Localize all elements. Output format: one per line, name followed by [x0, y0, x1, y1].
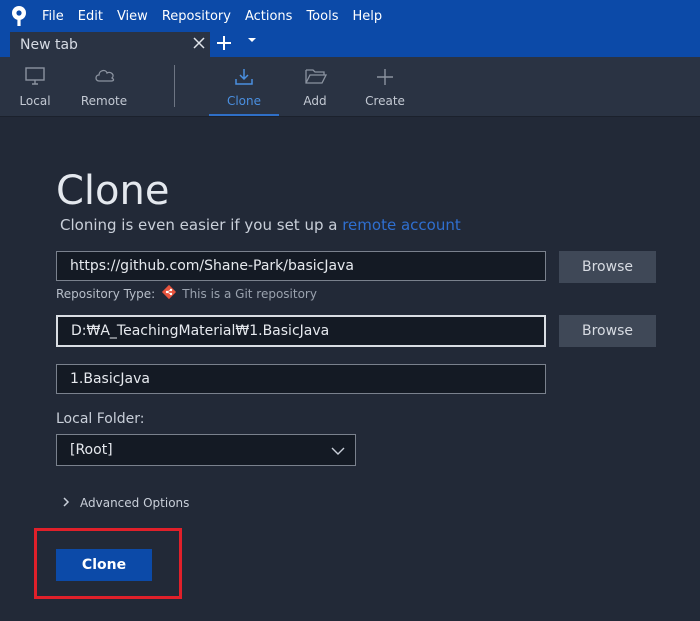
chevron-down-icon [331, 444, 345, 460]
tab-bar: New tab [0, 32, 700, 57]
toolbar-remote-label: Remote [80, 94, 128, 108]
subtitle: Cloning is even easier if you set up a r… [60, 216, 461, 234]
local-folder-label: Local Folder: [56, 411, 145, 427]
toolbar-local-button[interactable]: Local [0, 57, 70, 115]
toolbar-create-button[interactable]: Create [350, 57, 420, 115]
download-icon [235, 69, 253, 85]
tab-new[interactable]: New tab [10, 32, 210, 57]
toolbar: Local Remote Clone Add Create [0, 57, 700, 117]
subtitle-text: Cloning is even easier if you set up a [60, 216, 343, 234]
page-title: Clone [56, 168, 170, 214]
repository-type: Repository Type: This is a Git repositor… [56, 284, 317, 303]
bookmark-name-input[interactable]: 1.BasicJava [56, 364, 546, 394]
menu-tools[interactable]: Tools [306, 9, 338, 24]
repo-type-value: This is a Git repository [182, 286, 317, 301]
chevron-down-icon[interactable] [247, 36, 257, 47]
folder-icon [305, 69, 327, 84]
menu-edit[interactable]: Edit [78, 9, 103, 24]
browse-path-button[interactable]: Browse [559, 315, 656, 347]
menu-help[interactable]: Help [352, 9, 382, 24]
plus-icon [377, 69, 393, 85]
sourcetree-logo-icon[interactable] [10, 5, 28, 27]
local-folder-value: [Root] [70, 442, 113, 458]
advanced-options-toggle[interactable]: Advanced Options [62, 496, 189, 510]
local-folder-select[interactable]: [Root] [56, 434, 356, 466]
toolbar-local-label: Local [19, 94, 51, 108]
git-icon [161, 284, 177, 303]
toolbar-separator [174, 65, 175, 107]
toolbar-add-label: Add [303, 94, 327, 108]
menu-actions[interactable]: Actions [245, 9, 293, 24]
toolbar-clone-label: Clone [226, 94, 262, 108]
advanced-options-label: Advanced Options [80, 496, 190, 510]
close-icon[interactable] [188, 36, 210, 54]
toolbar-clone-button[interactable]: Clone [209, 57, 279, 116]
menu-file[interactable]: File [42, 9, 64, 24]
menu-view[interactable]: View [117, 9, 148, 24]
destination-path-input[interactable]: D:₩A_TeachingMaterial₩1.BasicJava [56, 315, 546, 347]
clone-button[interactable]: Clone [56, 549, 152, 581]
cloud-icon [95, 69, 115, 82]
source-url-input[interactable]: https://github.com/Shane-Park/basicJava [56, 251, 546, 281]
remote-account-link[interactable]: remote account [342, 216, 461, 234]
repo-type-label: Repository Type: [56, 286, 156, 301]
menu-bar: File Edit View Repository Actions Tools … [0, 0, 700, 32]
toolbar-create-label: Create [365, 94, 405, 108]
browse-url-button[interactable]: Browse [559, 251, 656, 283]
chevron-right-icon [62, 496, 70, 510]
menu-repository[interactable]: Repository [162, 9, 231, 24]
monitor-icon [25, 67, 45, 85]
plus-icon[interactable] [214, 33, 234, 55]
tab-label: New tab [20, 36, 78, 53]
toolbar-add-button[interactable]: Add [280, 57, 350, 115]
toolbar-remote-button[interactable]: Remote [69, 57, 139, 115]
